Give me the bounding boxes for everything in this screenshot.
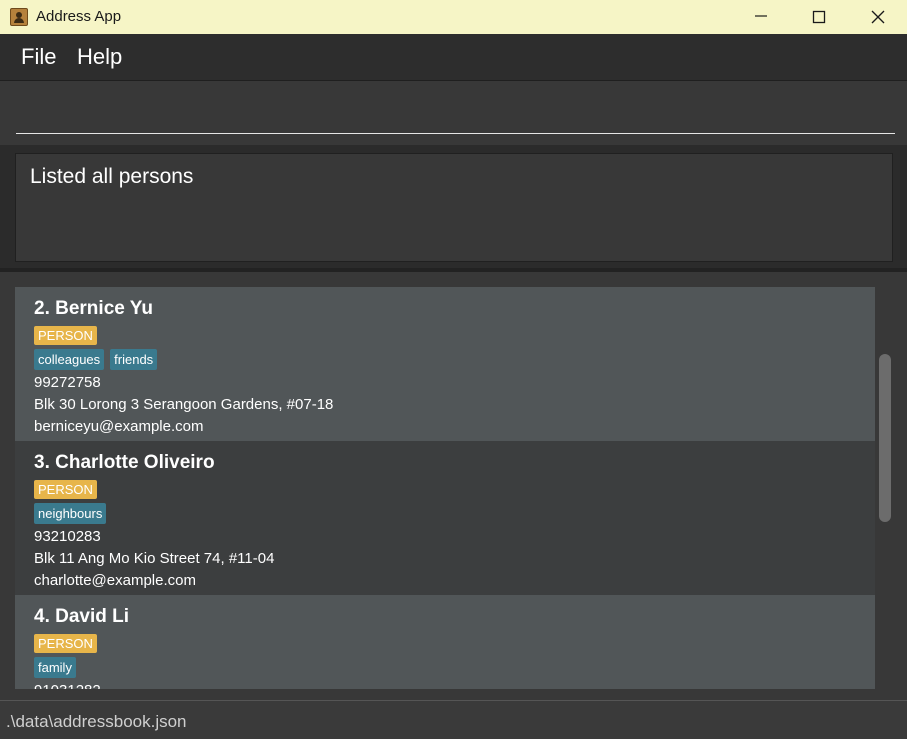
person-email: charlotte@example.com xyxy=(34,572,196,589)
person-card[interactable]: 3. Charlotte Oliveiro PERSON neighbours … xyxy=(15,441,875,595)
save-file-path: .\data\addressbook.json xyxy=(6,712,187,731)
type-badge: PERSON xyxy=(34,480,97,499)
scrollbar-thumb[interactable] xyxy=(879,354,891,522)
maximize-icon xyxy=(812,10,826,24)
person-phone: 99272758 xyxy=(34,374,101,391)
type-badge: PERSON xyxy=(34,326,97,345)
minimize-button[interactable] xyxy=(732,0,790,34)
tag-list: neighbours xyxy=(34,503,856,526)
tag: family xyxy=(34,657,76,678)
title-bar: Address App xyxy=(0,0,907,34)
person-address: Blk 30 Lorong 3 Serangoon Gardens, #07-1… xyxy=(34,396,334,413)
person-card[interactable]: 4. David Li PERSON family 91031282 xyxy=(15,595,875,689)
close-icon xyxy=(871,10,885,24)
window-title: Address App xyxy=(36,8,122,25)
tag: neighbours xyxy=(34,503,107,524)
result-display: Listed all persons xyxy=(15,153,893,262)
person-card[interactable]: 2. Bernice Yu PERSON colleagues friends 9… xyxy=(15,287,875,441)
minimize-icon xyxy=(755,15,767,17)
status-bar: .\data\addressbook.json xyxy=(0,700,907,739)
person-email: berniceyu@example.com xyxy=(34,418,204,435)
menu-bar: File Help xyxy=(0,34,907,81)
command-input[interactable] xyxy=(16,94,895,134)
menu-file[interactable]: File xyxy=(21,44,56,70)
person-list[interactable]: 2. Bernice Yu PERSON colleagues friends 9… xyxy=(15,287,875,689)
tag-list: colleagues friends xyxy=(34,349,856,372)
maximize-button[interactable] xyxy=(790,0,848,34)
person-address: Blk 11 Ang Mo Kio Street 74, #11-04 xyxy=(34,550,275,567)
person-phone: 91031282 xyxy=(34,680,856,689)
menu-help[interactable]: Help xyxy=(77,44,122,70)
type-badge: PERSON xyxy=(34,634,97,653)
person-name: 2. Bernice Yu xyxy=(34,298,153,319)
person-phone: 93210283 xyxy=(34,528,101,545)
tag-list: family xyxy=(34,657,856,680)
close-button[interactable] xyxy=(849,0,907,34)
tag: friends xyxy=(110,349,158,370)
person-name: 4. David Li xyxy=(34,606,130,627)
person-name: 3. Charlotte Oliveiro xyxy=(34,452,215,473)
address-book-icon xyxy=(10,8,28,26)
result-message: Listed all persons xyxy=(30,165,194,188)
tag: colleagues xyxy=(34,349,105,370)
